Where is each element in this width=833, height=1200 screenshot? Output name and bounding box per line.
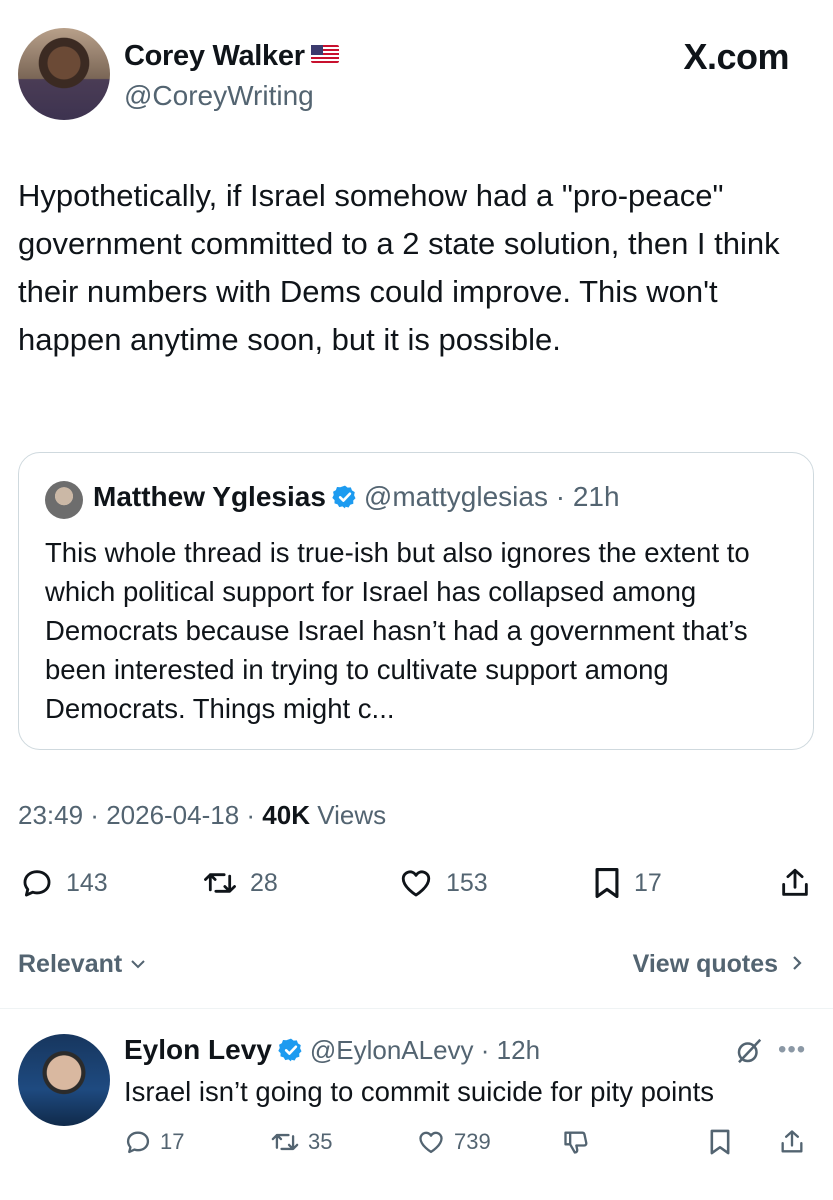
bookmark-icon (592, 866, 622, 900)
repost-icon (202, 866, 238, 900)
views-count[interactable]: 40K (262, 800, 310, 830)
sort-replies-dropdown[interactable]: Relevant (18, 950, 147, 979)
quoted-author-name: Matthew Yglesias (93, 481, 326, 512)
reply-author-handle[interactable]: @EylonALevy (310, 1035, 474, 1065)
quoted-author-handle: @mattyglesias (363, 481, 548, 512)
reply-reply-button[interactable]: 17 (124, 1128, 184, 1156)
more-options-icon[interactable]: ••• (778, 1036, 806, 1064)
share-icon (778, 1128, 806, 1156)
bookmark-button[interactable]: 17 (592, 866, 662, 900)
reply-icon (20, 866, 54, 900)
repost-icon (270, 1128, 300, 1156)
reply-bookmark-button[interactable] (708, 1128, 732, 1156)
reply-share-button[interactable] (778, 1128, 806, 1156)
bookmark-icon (708, 1128, 732, 1156)
reply-header: Eylon Levy @EylonALevy · 12h (124, 1034, 540, 1066)
heart-icon (398, 866, 434, 900)
separator-dot: · (83, 800, 107, 830)
reply-text: Israel isn’t going to commit suicide for… (124, 1076, 714, 1107)
reply-icon (124, 1128, 152, 1156)
reply-reply-count: 17 (160, 1129, 185, 1154)
verified-badge-icon (278, 1037, 304, 1063)
quoted-tweet-header: Matthew Yglesias @mattyglesias · 21h (93, 481, 620, 513)
thumbs-down-icon (562, 1128, 590, 1156)
quoted-tweet-age: 21h (572, 481, 620, 512)
reply-repost-button[interactable]: 35 (270, 1128, 332, 1156)
reply-downvote-button[interactable] (562, 1128, 590, 1156)
heart-icon (416, 1128, 446, 1156)
view-quotes-link[interactable]: View quotes (633, 950, 803, 979)
verified-badge-icon (332, 484, 358, 510)
divider (0, 1008, 833, 1009)
author-avatar[interactable] (18, 28, 110, 120)
author-name[interactable]: Corey Walker (124, 40, 305, 72)
site-label: X.com (683, 36, 789, 77)
reply-like-count: 739 (454, 1129, 491, 1154)
quoted-author-avatar (45, 481, 83, 519)
author-handle[interactable]: @CoreyWriting (124, 80, 314, 112)
reply-age[interactable]: 12h (497, 1035, 540, 1065)
repost-button[interactable]: 28 (202, 866, 278, 900)
tweet-date[interactable]: 2026-04-18 (106, 800, 239, 830)
reply-repost-count: 35 (308, 1129, 333, 1154)
share-button[interactable] (778, 866, 812, 900)
separator-dot: · (239, 800, 263, 830)
reply-author-avatar[interactable] (18, 1034, 110, 1126)
like-count: 153 (446, 868, 488, 897)
chevron-down-icon (129, 958, 147, 970)
quoted-tweet-card[interactable]: Matthew Yglesias @mattyglesias · 21h This… (18, 452, 814, 750)
quoted-tweet-text: This whole thread is true-ish but also i… (45, 537, 750, 724)
share-icon (778, 866, 812, 900)
like-button[interactable]: 153 (398, 866, 488, 900)
reply-button[interactable]: 143 (20, 866, 108, 900)
reply-like-button[interactable]: 739 (416, 1128, 491, 1156)
tweet-meta: 23:49 · 2026-04-18 · 40K Views (18, 800, 386, 831)
views-label: Views (317, 800, 387, 830)
separator-dot: · (473, 1035, 497, 1065)
repost-count: 28 (250, 868, 278, 897)
separator-dot: · (547, 481, 573, 512)
sort-label: Relevant (18, 950, 123, 978)
reply-count: 143 (66, 868, 108, 897)
us-flag-icon (310, 45, 339, 63)
author-name-row[interactable]: Corey Walker (124, 40, 339, 73)
tweet-text: Hypothetically, if Israel somehow had a … (18, 178, 780, 357)
chevron-right-icon (791, 954, 803, 972)
tweet-time[interactable]: 23:49 (18, 800, 83, 830)
view-quotes-label: View quotes (632, 950, 779, 978)
reply-author-name[interactable]: Eylon Levy (124, 1034, 272, 1065)
bookmark-count: 17 (634, 868, 662, 897)
grok-icon[interactable] (734, 1036, 764, 1066)
